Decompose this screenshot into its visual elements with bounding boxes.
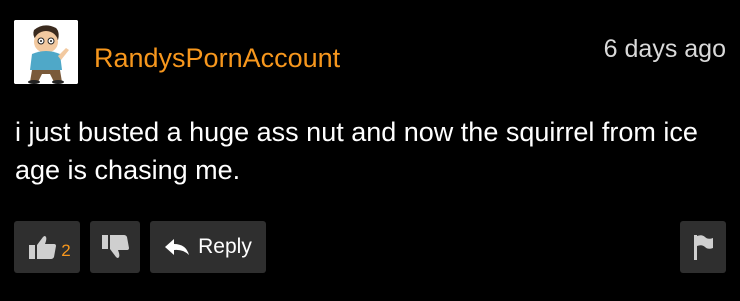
comment-body: i just busted a huge ass nut and now the…: [15, 117, 698, 185]
comment-timestamp: 6 days ago: [603, 35, 726, 63]
comment-card: RandysPornAccount 6 days ago i just bust…: [0, 0, 740, 301]
avatar[interactable]: [14, 20, 78, 84]
downvote-button[interactable]: [90, 221, 140, 273]
comment-actions: 2 Reply: [14, 221, 266, 273]
reply-arrow-icon: [164, 237, 190, 257]
cartoon-character-icon: [14, 20, 78, 84]
thumbs-up-icon: [27, 234, 57, 260]
flag-button[interactable]: [680, 221, 726, 273]
flag-icon: [692, 233, 714, 261]
thumbs-down-icon: [100, 234, 130, 260]
reply-button[interactable]: Reply: [150, 221, 266, 273]
upvote-count: 2: [61, 241, 71, 260]
upvote-button[interactable]: 2: [14, 221, 80, 273]
reply-label: Reply: [198, 235, 252, 258]
comment-username[interactable]: RandysPornAccount: [94, 42, 340, 74]
